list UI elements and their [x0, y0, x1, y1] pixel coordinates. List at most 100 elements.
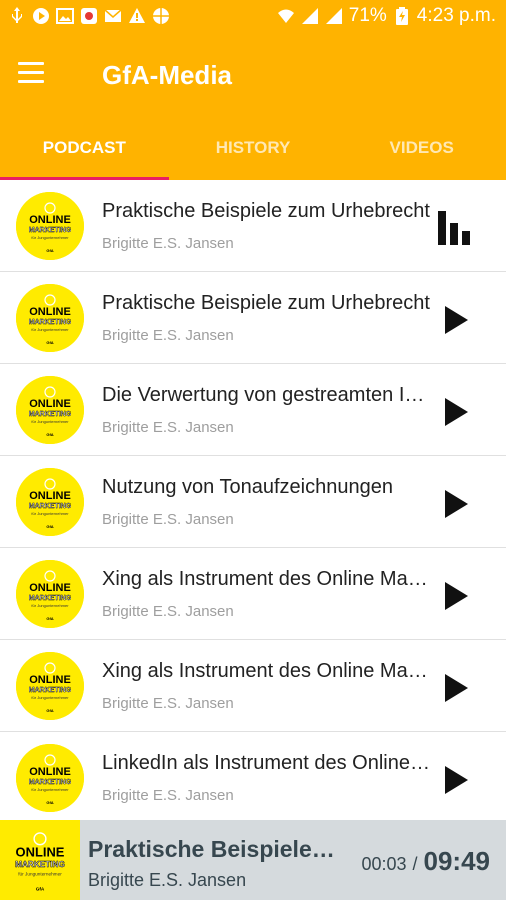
episode-title: Praktische Beispiele zum Urhebrecht — [102, 200, 430, 222]
player-time: 00:03 / 09:49 — [361, 846, 490, 877]
podcast-logo: ONLINEMARKETINGfür Jungunternehmer GfA — [16, 468, 84, 536]
play-icon[interactable] — [436, 300, 476, 340]
player-title: Praktische Beispiele zum Urhebrecht — [88, 836, 338, 862]
logo-line4: GfA — [46, 708, 53, 713]
app-bar: GfA-Media — [0, 36, 506, 116]
episode-author: Brigitte E.S. Jansen — [102, 787, 234, 804]
episode-thumbnail: ONLINE MARKETING für Jungunternehmer GfA — [16, 744, 84, 812]
app-icon — [80, 7, 98, 25]
warning-icon — [128, 7, 146, 25]
logo-line3: für Jungunternehmer — [31, 419, 69, 424]
episode-row[interactable]: ONLINE MARKETING für Jungunternehmer GfA Xin… — [0, 640, 506, 732]
logo-line2: MARKETING — [29, 595, 72, 602]
logo-line1: ONLINE — [29, 306, 71, 318]
episode-row[interactable]: ONLINE MARKETING für Jungunternehmer GfA Xin… — [0, 548, 506, 640]
equalizer-icon[interactable] — [436, 208, 476, 248]
episode-author: Brigitte E.S. Jansen — [102, 235, 234, 252]
logo-line2: MARKETING — [29, 687, 72, 694]
episode-thumbnail: ONLINE MARKETING für Jungunternehmer GfA — [16, 284, 84, 352]
tab-podcast[interactable]: PODCAST — [0, 116, 169, 180]
logo-line4: GfA — [46, 340, 53, 345]
logo-line3: für Jungunternehmer — [31, 603, 69, 608]
usb-icon — [8, 7, 26, 25]
logo-line1: ONLINE — [29, 490, 71, 502]
battery-level: 71% — [348, 5, 387, 26]
podcast-logo: ONLINEMARKETINGfür Jungunternehmer GfA — [16, 376, 84, 444]
episode-thumbnail: ONLINE MARKETING für Jungunternehmer GfA — [16, 468, 84, 536]
logo-line3: für Jungunternehmer — [31, 327, 69, 332]
podcast-logo: ONLINEMARKETINGfür JungunternehmerGfA — [16, 652, 84, 720]
episode-thumbnail: ONLINE MARKETING für Jungunternehmer GfA — [16, 376, 84, 444]
logo-line1: ONLINE — [29, 766, 71, 778]
episode-author: Brigitte E.S. Jansen — [102, 419, 234, 436]
podcast-logo: ONLINEMARKETINGfür JungunternehmerGfA — [16, 560, 84, 628]
signal-icon — [301, 7, 319, 25]
logo-line2: MARKETING — [29, 503, 72, 510]
episode-author: Brigitte E.S. Jansen — [102, 695, 234, 712]
logo-line4: GfA — [36, 887, 45, 892]
player-author: Brigitte E.S. Jansen — [88, 870, 247, 890]
current-time: 00:03 — [361, 854, 407, 874]
podcast-logo: ONLINEMARKETINGfür JungunternehmerGfA — [16, 284, 84, 352]
podcast-logo: ONLINEMARKETINGfür Jungunternehmer GfA — [16, 192, 84, 260]
episode-row[interactable]: ONLINE MARKETING für Jungunternehmer GfA Pra… — [0, 272, 506, 364]
episode-author: Brigitte E.S. Jansen — [102, 603, 234, 620]
mini-player[interactable]: ONLINE MARKETING für Jungunternehmer GfA Pr… — [0, 820, 506, 900]
image-icon — [56, 7, 74, 25]
wifi-icon — [277, 7, 295, 25]
podcast-logo: ONLINEMARKETINGfür Jungunternehmer GfA — [16, 744, 84, 812]
episode-row[interactable]: ONLINE MARKETING für Jungunternehmer GfA Die… — [0, 364, 506, 456]
episode-author: Brigitte E.S. Jansen — [102, 327, 234, 344]
logo-line2: MARKETING — [15, 860, 65, 869]
episode-title: LinkedIn als Instrument des Online Marke… — [102, 752, 432, 774]
youtube-icon — [32, 7, 50, 25]
episode-author: Brigitte E.S. Jansen — [102, 511, 234, 528]
clock: 4:23 p.m. — [416, 5, 496, 26]
tab-videos[interactable]: VIDEOS — [337, 116, 506, 180]
play-icon[interactable] — [436, 484, 476, 524]
logo-line2: MARKETING — [29, 779, 72, 786]
hamburger-icon[interactable] — [18, 62, 50, 90]
play-icon[interactable] — [436, 760, 476, 800]
episode-thumbnail: ONLINE MARKETING für Jungunternehmer GfA — [16, 560, 84, 628]
episode-list: ONLINE MARKETING für Jungunternehmer GfA Pra… — [0, 180, 506, 824]
tab-history[interactable]: HISTORY — [169, 116, 338, 180]
episode-title: Nutzung von Tonaufzeichnungen — [102, 476, 393, 498]
logo-line3: für Jungunternehmer — [31, 511, 69, 516]
player-cover: ONLINE MARKETING für Jungunternehmer GfA — [0, 820, 80, 900]
vpn-icon — [152, 7, 170, 25]
status-right: 71% 4:23 p.m. — [277, 5, 496, 27]
play-icon[interactable] — [436, 392, 476, 432]
logo-line1: ONLINE — [29, 582, 71, 594]
logo-line4: GfA — [46, 800, 53, 805]
logo-line1: ONLINE — [29, 214, 71, 226]
episode-title: Die Verwertung von gestreamten Inhalten — [102, 384, 432, 406]
episode-thumbnail: ONLINE MARKETING für Jungunternehmer GfA — [16, 652, 84, 720]
episode-row[interactable]: ONLINE MARKETING für Jungunternehmer GfA Nut… — [0, 456, 506, 548]
logo-line3: für Jungunternehmer — [31, 695, 69, 700]
logo-line1: ONLINE — [16, 844, 65, 859]
episode-row[interactable]: ONLINE MARKETING für Jungunternehmer GfA Pra… — [0, 180, 506, 272]
episode-row[interactable]: ONLINE MARKETING für Jungunternehmer GfA Lin… — [0, 732, 506, 824]
logo-line3: für Jungunternehmer — [31, 787, 69, 792]
logo-line2: MARKETING — [29, 411, 72, 418]
logo-line1: ONLINE — [29, 398, 71, 410]
podcast-logo: ONLINEMARKETING für Jungunternehmer GfA — [0, 820, 80, 900]
total-time: 09:49 — [423, 846, 491, 876]
logo-line4: GfA — [46, 432, 53, 437]
status-left-icons — [8, 7, 170, 25]
battery-icon — [393, 7, 411, 25]
play-icon[interactable] — [436, 576, 476, 616]
time-separator: / — [412, 854, 418, 874]
logo-line3: für Jungunternehmer — [31, 235, 69, 240]
status-bar: 71% 4:23 p.m. — [0, 0, 506, 36]
episode-title: Xing als Instrument des Online Marketing… — [102, 660, 432, 682]
logo-line3: für Jungunternehmer — [18, 871, 62, 876]
app-title: GfA-Media — [102, 60, 232, 90]
episode-title: Praktische Beispiele zum Urhebrecht — [102, 292, 430, 314]
logo-line4: GfA — [46, 524, 53, 529]
play-icon[interactable] — [436, 668, 476, 708]
signal-icon — [325, 7, 343, 25]
logo-line4: GfA — [46, 248, 53, 253]
logo-line2: MARKETING — [29, 227, 72, 234]
